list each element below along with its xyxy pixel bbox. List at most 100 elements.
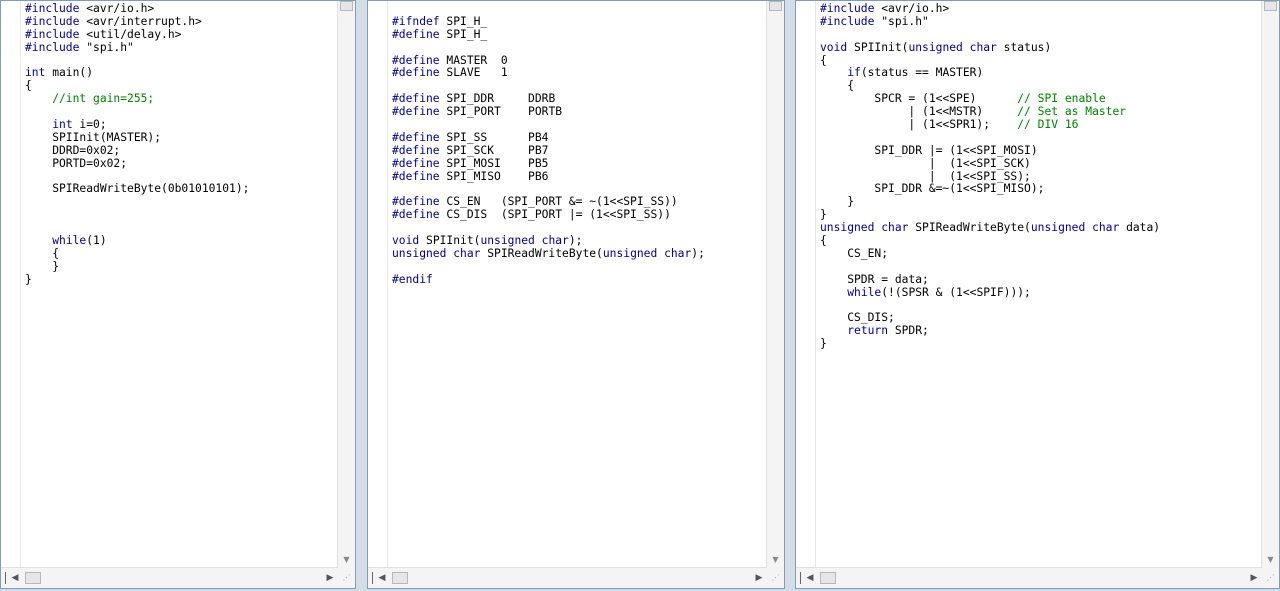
- vertical-scroll-thumb[interactable]: [769, 1, 782, 11]
- code-text: {: [820, 79, 855, 93]
- code-keyword: #include: [25, 3, 87, 15]
- code-line: int main(): [25, 67, 335, 80]
- code-line: PORTD=0x02;: [25, 157, 335, 171]
- editor-pane-spi-c[interactable]: #include <avr/io.h> #include "spi.h" void…: [795, 0, 1280, 589]
- horizontal-scrollbar[interactable]: ◀ ▶: [368, 567, 767, 588]
- code-text: {: [820, 234, 827, 248]
- code-comment: // Set as Master: [1017, 105, 1127, 119]
- code-text: SLAVE 1: [446, 66, 508, 80]
- scroll-left-icon[interactable]: ◀: [9, 571, 21, 585]
- code-text: "spi.h": [86, 40, 134, 54]
- code-text: SPCR = (1<<SPE): [820, 92, 1018, 106]
- code-comment: //int gain=255;: [25, 92, 155, 106]
- code-text: <avr/io.h>: [881, 3, 950, 15]
- code-text: SPIInit(: [847, 40, 909, 54]
- code-line: #endif: [392, 272, 764, 287]
- scroll-down-icon[interactable]: ▼: [338, 554, 355, 566]
- code-line: void SPIInit(unsigned char status): [820, 40, 1259, 55]
- horizontal-scroll-thumb[interactable]: [392, 572, 408, 584]
- code-line: SPI_DDR &=~(1<<SPI_MISO);: [820, 183, 1259, 196]
- scroll-down-icon[interactable]: ▼: [1262, 554, 1279, 566]
- code-keyword: int: [52, 118, 73, 132]
- code-comment: // SPI enable: [1017, 92, 1106, 106]
- code-line: while(!(SPSR & (1<<SPIF)));: [820, 286, 1259, 300]
- code-keyword: #define: [392, 143, 447, 157]
- code-text: SPI_MISO PB6: [446, 169, 549, 183]
- resize-grip-icon[interactable]: ⋰: [767, 568, 784, 588]
- code-line: SPIReadWriteByte(0b01010101);: [25, 183, 335, 196]
- horizontal-scrollbar[interactable]: ◀ ▶: [796, 567, 1262, 588]
- code-text: main(): [45, 66, 94, 80]
- code-text: SPI_SS PB4: [446, 130, 549, 144]
- code-keyword: int: [25, 66, 46, 80]
- vertical-scrollbar[interactable]: ▼: [337, 1, 355, 568]
- code-keyword: void: [820, 40, 848, 54]
- code-text: SPI_DDR |= (1<<SPI_MOSI): [820, 143, 1038, 157]
- code-keyword: #define: [392, 66, 447, 80]
- code-text: SPI_H_: [446, 14, 488, 28]
- scroll-left-icon[interactable]: ◀: [376, 571, 388, 585]
- code-line: #define SPI_MISO PB6: [392, 169, 764, 184]
- code-text: SPDR;: [888, 324, 929, 338]
- horizontal-scroll-thumb[interactable]: [25, 572, 41, 584]
- code-keyword: #include: [25, 27, 87, 41]
- resize-grip-icon[interactable]: ⋰: [1262, 568, 1279, 588]
- scroll-right-icon[interactable]: ▶: [324, 571, 336, 585]
- code-line: }: [25, 273, 335, 287]
- code-text: SPIInit(: [419, 234, 481, 248]
- code-keyword: unsigned char: [820, 221, 909, 235]
- code-text: SPI_H_: [446, 27, 488, 41]
- editor-pane-main-c[interactable]: #include <avr/io.h> #include <avr/interru…: [0, 0, 356, 589]
- code-text: }: [820, 208, 827, 222]
- code-text: (1): [86, 234, 107, 248]
- code-keyword: #include: [25, 40, 87, 54]
- code-line: CS_EN;: [820, 247, 1259, 261]
- code-keyword: #define: [392, 27, 447, 41]
- code-line: unsigned char SPIReadWriteByte(unsigned …: [820, 221, 1259, 235]
- editor-pane-spi-h[interactable]: #ifndef SPI_H_ #define SPI_H_ #define MAS…: [367, 0, 785, 589]
- horizontal-scrollbar[interactable]: ◀ ▶: [1, 567, 338, 588]
- code-text: <avr/interrupt.h>: [86, 14, 202, 28]
- editor-gutter: [796, 1, 816, 588]
- code-line: #include "spi.h": [25, 40, 335, 55]
- horizontal-scroll-thumb[interactable]: [820, 572, 836, 584]
- code-keyword: return: [847, 324, 889, 338]
- code-keyword: #endif: [392, 272, 433, 286]
- code-line: }: [820, 195, 1259, 209]
- code-keyword: #ifndef: [392, 14, 447, 28]
- code-text: );: [568, 234, 583, 248]
- code-area[interactable]: #ifndef SPI_H_ #define SPI_H_ #define MAS…: [392, 3, 764, 566]
- scroll-right-icon[interactable]: ▶: [753, 571, 765, 585]
- resize-grip-icon[interactable]: ⋰: [338, 568, 355, 588]
- code-line: {: [25, 246, 335, 261]
- vertical-scrollbar[interactable]: ▼: [1261, 1, 1279, 568]
- editor-gutter: [368, 1, 388, 588]
- code-line: #define SLAVE 1: [392, 67, 764, 80]
- code-text: {: [25, 246, 60, 260]
- scroll-home-marker: [372, 572, 373, 584]
- code-text: SPIReadWriteByte(: [908, 221, 1031, 235]
- code-text: status): [996, 40, 1052, 54]
- vertical-scrollbar[interactable]: ▼: [766, 1, 784, 568]
- code-keyword: void: [392, 234, 420, 248]
- code-text: "spi.h": [881, 14, 929, 28]
- scroll-down-icon[interactable]: ▼: [767, 554, 784, 566]
- scroll-left-icon[interactable]: ◀: [804, 571, 816, 585]
- scroll-right-icon[interactable]: ▶: [1248, 571, 1260, 585]
- code-text: {: [820, 53, 827, 67]
- code-text: | (1<<SPI_SCK): [820, 156, 1031, 170]
- code-area[interactable]: #include <avr/io.h> #include <avr/interru…: [25, 3, 335, 566]
- code-text: }: [25, 259, 60, 273]
- code-text: );: [691, 246, 705, 260]
- code-text: SPI_DDR DDRB: [446, 92, 556, 106]
- vertical-scroll-thumb[interactable]: [340, 1, 353, 11]
- code-text: | (1<<MSTR): [820, 105, 1018, 119]
- vertical-scroll-thumb[interactable]: [1264, 1, 1277, 11]
- code-area[interactable]: #include <avr/io.h> #include "spi.h" void…: [820, 3, 1259, 566]
- code-text: SPIInit(MASTER);: [25, 130, 162, 144]
